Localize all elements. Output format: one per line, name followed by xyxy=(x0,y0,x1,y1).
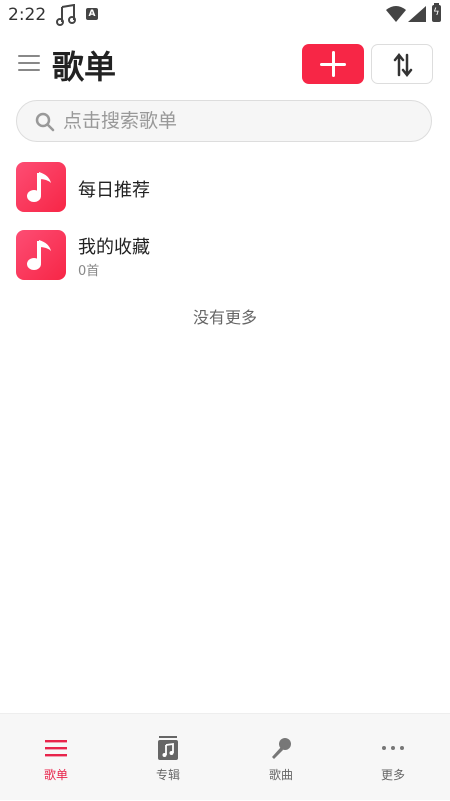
status-time: 2:22 xyxy=(8,5,47,25)
signal-icon xyxy=(408,6,426,22)
add-playlist-button[interactable] xyxy=(302,44,364,84)
more-dots-icon xyxy=(382,746,404,750)
hamburger-icon xyxy=(18,55,40,57)
music-note-icon xyxy=(27,172,51,202)
sort-button[interactable] xyxy=(371,44,433,84)
music-note-icon xyxy=(27,240,51,270)
nav-item-songs[interactable]: 歌曲 xyxy=(225,714,337,801)
search-input[interactable] xyxy=(63,107,413,135)
status-bar: 2:22 A ϟ xyxy=(0,0,450,30)
nav-item-more[interactable]: 更多 xyxy=(337,714,449,801)
a-badge-icon: A xyxy=(86,8,98,20)
playlist-name: 每日推荐 xyxy=(78,180,150,201)
nav-label: 更多 xyxy=(380,768,405,782)
music-note-icon xyxy=(56,4,76,26)
playlist-song-count: 0首 xyxy=(78,264,100,279)
playlist-cover xyxy=(16,162,66,212)
playlist-item-favorites[interactable]: 我的收藏 0首 xyxy=(0,230,450,290)
list-end-text: 没有更多 xyxy=(192,308,257,327)
microphone-icon xyxy=(272,738,291,759)
nav-label: 歌曲 xyxy=(268,768,293,782)
bottom-nav: 歌单 专辑 歌曲 更多 xyxy=(0,713,450,800)
wifi-icon xyxy=(386,6,406,22)
sort-arrows-icon xyxy=(393,53,413,77)
playlist-item-daily[interactable]: 每日推荐 xyxy=(0,162,450,222)
page-title: 歌单 xyxy=(52,48,117,86)
search-bar[interactable] xyxy=(16,100,432,142)
nav-item-albums[interactable]: 专辑 xyxy=(112,714,224,801)
battery-icon: ϟ xyxy=(432,3,441,22)
playlist-name: 我的收藏 xyxy=(78,237,150,258)
nav-label: 专辑 xyxy=(155,768,180,782)
nav-label: 歌单 xyxy=(43,768,68,782)
playlist-cover xyxy=(16,230,66,280)
menu-button[interactable] xyxy=(18,55,40,73)
album-icon xyxy=(158,736,178,760)
list-icon xyxy=(45,740,67,757)
nav-item-playlists[interactable]: 歌单 xyxy=(0,714,112,801)
search-icon xyxy=(35,112,55,132)
